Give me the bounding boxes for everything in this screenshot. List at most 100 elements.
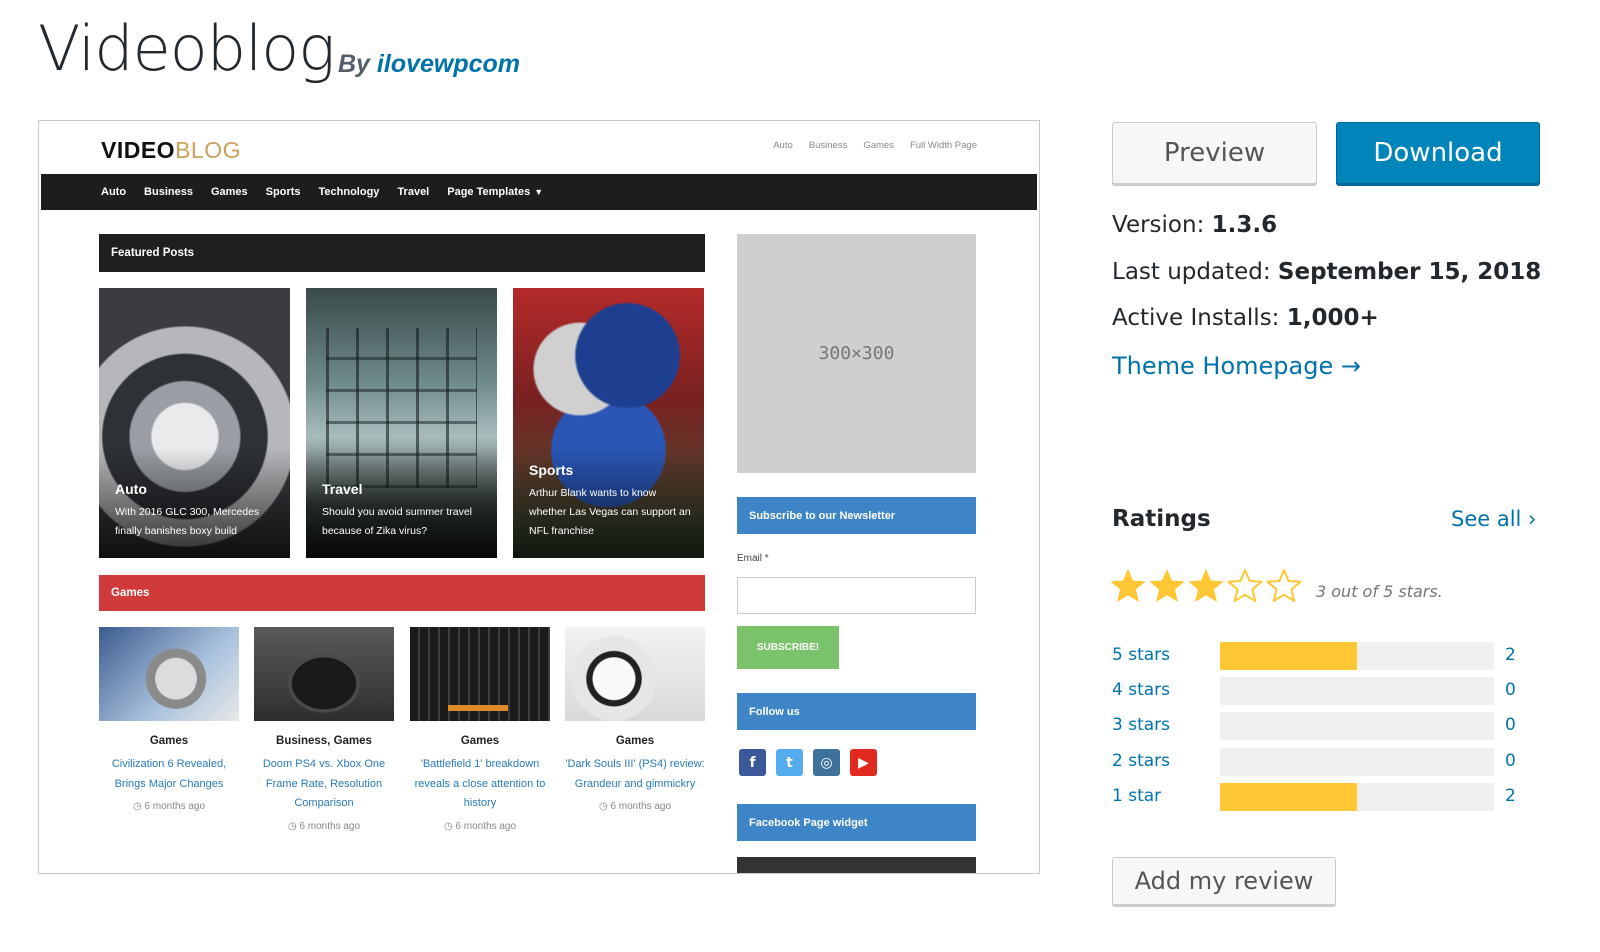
version-value: 1.3.6 — [1211, 212, 1278, 238]
star-filled-icon — [1111, 569, 1145, 602]
rating-row-1: 1 star 2 — [1112, 783, 1522, 813]
facebook-widget-preview — [737, 857, 976, 873]
videoblog-logo: VIDEOBLOG — [101, 137, 241, 163]
game-post-image — [410, 627, 550, 721]
clock-icon: ◷ — [598, 801, 611, 812]
game-post-time: ◷ 6 months ago — [287, 820, 361, 832]
game-post-time: ◷ 6 months ago — [598, 801, 672, 812]
game-post-title: Doom PS4 vs. Xbox One Frame Rate, Resolu… — [262, 758, 386, 809]
game-post-category: Games — [460, 735, 500, 747]
download-button[interactable]: Download — [1336, 122, 1540, 184]
main-nav-item: Technology — [318, 186, 380, 198]
main-nav-item: Travel — [397, 186, 430, 198]
version-info: Version: 1.3.6 — [1112, 212, 1278, 238]
rating-row-4: 4 stars 0 — [1112, 677, 1522, 707]
featured-post-card: Auto With 2016 GLC 300, Mercedes finally… — [99, 288, 290, 558]
featured-post-category: Sports — [529, 462, 574, 478]
main-nav-item-dropdown: Page Templates ▼ — [447, 186, 544, 198]
featured-post-category: Auto — [115, 481, 147, 497]
add-review-button[interactable]: Add my review — [1112, 857, 1336, 905]
game-post-card: Business, Games Doom PS4 vs. Xbox One Fr… — [254, 627, 394, 832]
game-post-time: ◷ 6 months ago — [443, 820, 517, 832]
theme-screenshot: VIDEOBLOG Auto Business Games Full Width… — [38, 120, 1040, 874]
game-post-image — [254, 627, 394, 721]
rating-count: 0 — [1505, 680, 1516, 700]
rating-filter-link[interactable]: 3 stars — [1112, 715, 1170, 735]
rating-bar — [1220, 748, 1494, 776]
star-filled-icon — [1150, 569, 1184, 602]
game-post-card: Games Civilization 6 Revealed, Brings Ma… — [99, 627, 239, 812]
follow-widget-title: Follow us — [737, 693, 976, 730]
rating-filter-link[interactable]: 5 stars — [1112, 645, 1170, 665]
featured-post-title: With 2016 GLC 300, Mercedes finally bani… — [115, 506, 260, 537]
caret-down-icon: ▼ — [534, 187, 544, 197]
rating-row-3: 3 stars 0 — [1112, 712, 1522, 742]
clock-icon: ◷ — [132, 801, 145, 812]
rating-bar — [1220, 642, 1494, 670]
last-updated-value: September 15, 2018 — [1277, 259, 1542, 285]
star-filled-icon — [1189, 569, 1223, 602]
preview-button[interactable]: Preview — [1112, 122, 1317, 184]
game-post-image — [99, 627, 239, 721]
star-empty-icon — [1227, 569, 1263, 602]
rating-bar — [1220, 712, 1494, 740]
rating-filter-link[interactable]: 2 stars — [1112, 751, 1170, 771]
instagram-icon: ◎ — [813, 749, 840, 776]
game-post-title: 'Dark Souls III' (PS4) review: Grandeur … — [565, 758, 705, 790]
star-rating-text: 3 out of 5 stars. — [1316, 582, 1443, 601]
clock-icon: ◷ — [443, 820, 456, 832]
main-nav-item: Business — [144, 186, 193, 198]
social-icons: f t ◎ ▶ — [739, 749, 877, 776]
theme-author: By ilovewpcom — [338, 50, 520, 79]
author-link[interactable]: ilovewpcom — [377, 50, 520, 78]
featured-post-category: Travel — [322, 481, 363, 497]
game-post-title: Civilization 6 Revealed, Brings Major Ch… — [111, 758, 227, 790]
main-nav-item: Sports — [265, 186, 301, 198]
top-nav-item: Full Width Page — [909, 140, 977, 151]
games-section-bar: Games — [99, 575, 705, 611]
featured-post-title: Arthur Blank wants to know whether Las V… — [529, 487, 691, 537]
ratings-heading: Ratings — [1112, 506, 1211, 532]
top-nav-item: Games — [863, 140, 894, 151]
see-all-ratings-link[interactable]: See all › — [1451, 507, 1536, 531]
main-nav-item: Auto — [101, 186, 127, 198]
active-installs-info: Active Installs: 1,000+ — [1112, 305, 1379, 331]
rating-count: 2 — [1505, 645, 1516, 665]
ad-placeholder: 300×300 — [737, 234, 976, 473]
newsletter-widget-title: Subscribe to our Newsletter — [737, 497, 976, 534]
email-label: Email * — [737, 553, 769, 564]
featured-post-card: Sports Arthur Blank wants to know whethe… — [513, 288, 704, 558]
game-post-card: Games 'Dark Souls III' (PS4) review: Gra… — [565, 627, 705, 812]
main-nav-item: Games — [210, 186, 248, 198]
rating-filter-link[interactable]: 1 star — [1112, 786, 1161, 806]
featured-post-title: Should you avoid summer travel because o… — [322, 506, 472, 537]
twitter-icon: t — [776, 749, 803, 776]
rating-bar — [1220, 783, 1494, 811]
last-updated-info: Last updated: September 15, 2018 — [1112, 259, 1542, 285]
rating-count: 0 — [1505, 715, 1516, 735]
top-nav-item: Business — [808, 140, 848, 151]
screenshot-main-nav: Auto Business Games Sports Technology Tr… — [41, 174, 1037, 210]
game-post-category: Games — [615, 735, 655, 747]
game-post-category: Business, Games — [276, 735, 372, 747]
rating-filter-link[interactable]: 4 stars — [1112, 680, 1170, 700]
by-label: By — [338, 50, 370, 78]
active-installs-value: 1,000+ — [1286, 305, 1379, 331]
email-input — [737, 577, 976, 614]
game-post-time: ◷ 6 months ago — [132, 801, 206, 812]
rating-row-5: 5 stars 2 — [1112, 642, 1522, 672]
star-rating — [1110, 568, 1302, 604]
facebook-widget-title: Facebook Page widget — [737, 804, 976, 841]
game-post-title: 'Battlefield 1' breakdown reveals a clos… — [414, 758, 546, 809]
youtube-icon: ▶ — [850, 749, 877, 776]
theme-title: Videoblog — [38, 12, 335, 85]
featured-posts-bar: Featured Posts — [99, 234, 705, 272]
rating-row-2: 2 stars 0 — [1112, 748, 1522, 778]
theme-homepage-link[interactable]: Theme Homepage → — [1112, 352, 1361, 380]
game-post-image — [565, 627, 705, 721]
facebook-icon: f — [739, 749, 766, 776]
clock-icon: ◷ — [287, 820, 300, 832]
rating-count: 0 — [1505, 751, 1516, 771]
top-nav-item: Auto — [773, 140, 793, 151]
featured-post-card: Travel Should you avoid summer travel be… — [306, 288, 497, 558]
